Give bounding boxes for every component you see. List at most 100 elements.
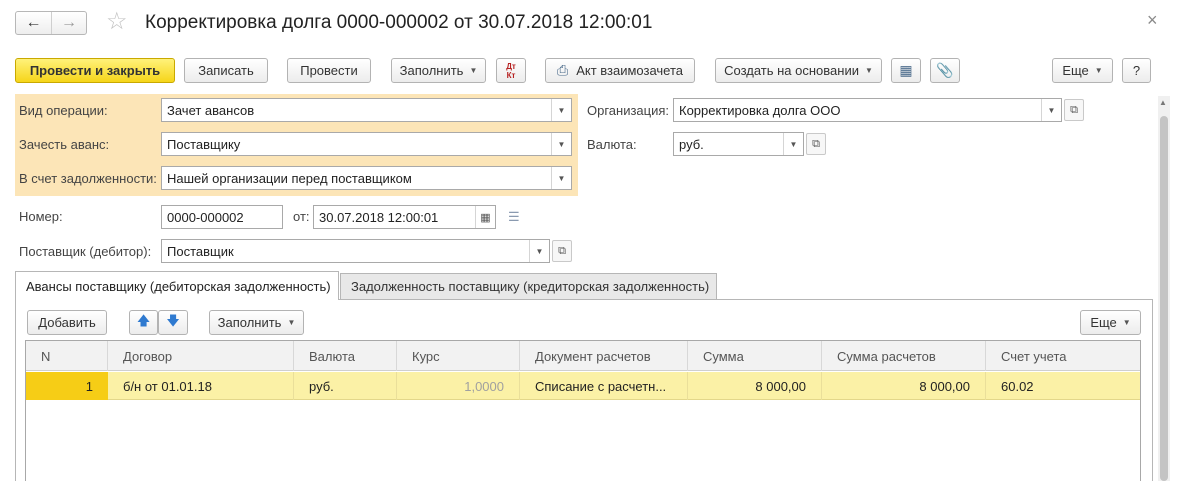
arrow-left-icon: ← xyxy=(25,14,42,31)
advances-table: N Договор Валюта Курс Документ расчетов … xyxy=(25,340,1141,481)
against-debt-label: В счет задолженности: xyxy=(19,171,157,186)
help-button[interactable]: ? xyxy=(1122,58,1151,83)
post-button[interactable]: Провести xyxy=(287,58,371,83)
chevron-down-icon[interactable]: ▼ xyxy=(1041,99,1061,121)
offset-advance-field[interactable]: Поставщику ▼ xyxy=(161,132,572,156)
post-and-close-button[interactable]: Провести и закрыть xyxy=(15,58,175,83)
create-based-on-label: Создать на основании xyxy=(724,63,859,78)
arrow-up-icon: 🡅 xyxy=(136,312,151,328)
scroll-up-icon[interactable]: ▲ xyxy=(1159,98,1167,107)
operation-type-value: Зачет авансов xyxy=(167,102,255,118)
move-down-button[interactable]: 🡇 xyxy=(158,310,188,335)
table-more-label: Еще xyxy=(1090,315,1117,330)
date-label: от: xyxy=(293,209,310,224)
organization-label: Организация: xyxy=(587,103,670,118)
supplier-open-icon[interactable]: ⧉ xyxy=(552,240,572,262)
chevron-down-icon: ▼ xyxy=(864,66,873,75)
cell-rate[interactable]: 1,0000 xyxy=(397,372,520,400)
structure-button[interactable]: ▦ xyxy=(891,58,921,83)
dt-kt-button[interactable]: Дт Кт xyxy=(496,58,526,83)
operation-type-label: Вид операции: xyxy=(19,103,108,118)
dt-kt-icon: Дт Кт xyxy=(506,61,516,80)
number-input[interactable]: 0000-000002 xyxy=(161,205,283,229)
comment-icon[interactable]: ☰ xyxy=(508,209,520,225)
cell-account[interactable]: 60.02 xyxy=(986,372,1142,400)
offset-advance-value: Поставщику xyxy=(167,136,241,152)
table-more-button[interactable]: Еще ▼ xyxy=(1080,310,1141,335)
organization-field[interactable]: Корректировка долга ООО ▼ xyxy=(673,98,1062,122)
close-icon[interactable]: × xyxy=(1147,10,1158,31)
document-structure-icon: ▦ xyxy=(899,62,913,78)
against-debt-value: Нашей организации перед поставщиком xyxy=(167,170,412,186)
back-button[interactable]: ← xyxy=(16,12,51,34)
column-header-account[interactable]: Счет учета xyxy=(986,341,1142,371)
page-title: Корректировка долга 0000-000002 от 30.07… xyxy=(145,12,653,33)
calendar-icon[interactable]: ▦ xyxy=(475,206,495,228)
navigation-group: ← → xyxy=(15,11,87,35)
supplier-field[interactable]: Поставщик ▼ xyxy=(161,239,550,263)
column-header-contract[interactable]: Договор xyxy=(108,341,294,371)
chevron-down-icon[interactable]: ▼ xyxy=(529,240,549,262)
fill-menu-button[interactable]: Заполнить ▼ xyxy=(391,58,486,83)
cell-settlement-document[interactable]: Списание с расчетн... xyxy=(520,372,688,400)
column-header-rate[interactable]: Курс xyxy=(397,341,520,371)
date-field[interactable]: 30.07.2018 12:00:01 ▦ xyxy=(313,205,496,229)
operation-type-field[interactable]: Зачет авансов ▼ xyxy=(161,98,572,122)
tab-debt-to-supplier[interactable]: Задолженность поставщику (кредиторская з… xyxy=(340,273,717,299)
table-fill-label: Заполнить xyxy=(217,315,282,330)
column-header-currency[interactable]: Валюта xyxy=(294,341,397,371)
fill-label: Заполнить xyxy=(399,63,464,78)
save-button[interactable]: Записать xyxy=(184,58,268,83)
arrow-down-icon: 🡇 xyxy=(166,312,180,328)
currency-field[interactable]: руб. ▼ xyxy=(673,132,804,156)
paperclip-icon: 📎 xyxy=(936,62,954,78)
supplier-label: Поставщик (дебитор): xyxy=(19,244,152,259)
table-fill-button[interactable]: Заполнить ▼ xyxy=(209,310,304,335)
organization-value: Корректировка долга ООО xyxy=(679,102,841,118)
favorite-star-icon[interactable]: ☆ xyxy=(106,8,128,36)
chevron-down-icon: ▼ xyxy=(1094,66,1103,75)
cell-n[interactable]: 1 xyxy=(26,372,108,400)
move-up-button[interactable]: 🡅 xyxy=(129,310,158,335)
cell-contract[interactable]: б/н от 01.01.18 xyxy=(108,372,294,400)
vertical-scrollbar[interactable]: ▲ xyxy=(1158,96,1170,481)
more-label: Еще xyxy=(1062,63,1089,78)
scrollbar-thumb[interactable] xyxy=(1160,116,1168,481)
chevron-down-icon[interactable]: ▼ xyxy=(551,133,571,155)
currency-label: Валюта: xyxy=(587,137,637,152)
cell-settlement-amount[interactable]: 8 000,00 xyxy=(822,372,986,400)
against-debt-field[interactable]: Нашей организации перед поставщиком ▼ xyxy=(161,166,572,190)
chevron-down-icon[interactable]: ▼ xyxy=(551,167,571,189)
column-header-amount[interactable]: Сумма xyxy=(688,341,822,371)
cell-amount[interactable]: 8 000,00 xyxy=(688,372,822,400)
offset-act-label: Акт взаимозачета xyxy=(576,63,684,78)
column-header-settlement-amount[interactable]: Сумма расчетов xyxy=(822,341,986,371)
create-based-on-button[interactable]: Создать на основании ▼ xyxy=(715,58,882,83)
column-header-settlement-document[interactable]: Документ расчетов xyxy=(520,341,688,371)
chevron-down-icon[interactable]: ▼ xyxy=(551,99,571,121)
title-bar: ← → ☆ Корректировка долга 0000-000002 от… xyxy=(0,0,1177,50)
forward-button[interactable]: → xyxy=(50,12,86,34)
more-button[interactable]: Еще ▼ xyxy=(1052,58,1113,83)
organization-open-icon[interactable]: ⧉ xyxy=(1064,99,1084,121)
currency-open-icon[interactable]: ⧉ xyxy=(806,133,826,155)
table-row[interactable]: 1 б/н от 01.01.18 руб. 1,0000 Списание с… xyxy=(26,372,1140,400)
date-value: 30.07.2018 12:00:01 xyxy=(319,209,439,225)
supplier-value: Поставщик xyxy=(167,243,234,259)
chevron-down-icon: ▼ xyxy=(287,318,296,327)
cell-currency[interactable]: руб. xyxy=(294,372,397,400)
offset-advance-label: Зачесть аванс: xyxy=(19,137,110,152)
add-row-button[interactable]: Добавить xyxy=(27,310,107,335)
chevron-down-icon: ▼ xyxy=(1122,318,1131,327)
tab-advances-to-supplier[interactable]: Авансы поставщику (дебиторская задолженн… xyxy=(15,271,339,300)
currency-value: руб. xyxy=(679,136,704,152)
column-header-n[interactable]: N xyxy=(26,341,108,371)
chevron-down-icon[interactable]: ▼ xyxy=(783,133,803,155)
chevron-down-icon: ▼ xyxy=(469,66,478,75)
offset-act-button[interactable]: ⎙ Акт взаимозачета xyxy=(545,58,695,83)
printer-icon: ⎙ xyxy=(556,62,569,78)
table-header: N Договор Валюта Курс Документ расчетов … xyxy=(26,341,1140,371)
number-label: Номер: xyxy=(19,209,63,224)
attachments-button[interactable]: 📎 xyxy=(930,58,960,83)
arrow-right-icon: → xyxy=(60,14,77,31)
